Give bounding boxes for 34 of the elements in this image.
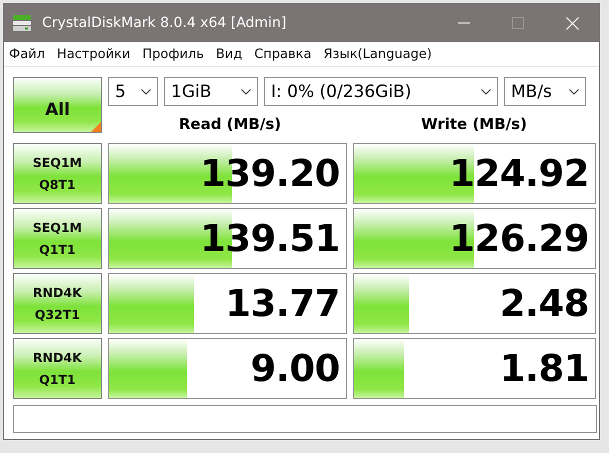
chevron-down-icon: [569, 88, 579, 94]
drive-dropdown[interactable]: I: 0% (0/236GiB): [264, 77, 498, 106]
result-value: 124.92: [449, 152, 590, 195]
menu-item[interactable]: Профиль: [142, 46, 204, 62]
all-button[interactable]: All: [13, 77, 102, 133]
test-button[interactable]: RND4K Q1T1: [13, 338, 102, 399]
chevron-down-icon: [481, 88, 491, 94]
result-value: 126.29: [449, 217, 590, 260]
close-icon[interactable]: [566, 16, 579, 30]
test-button[interactable]: SEQ1M Q8T1: [13, 143, 102, 204]
size-dropdown[interactable]: 1GiB: [164, 77, 258, 106]
result-value: 13.77: [225, 282, 341, 325]
corner-triangle-icon: [91, 122, 101, 132]
test-button[interactable]: SEQ1M Q1T1: [13, 208, 102, 269]
result-value: 139.20: [200, 152, 341, 195]
menu-item[interactable]: Вид: [216, 46, 242, 62]
menu-item[interactable]: Язык(Language): [324, 46, 432, 62]
menu-item[interactable]: Настройки: [56, 46, 130, 62]
unit-dropdown[interactable]: MB/s: [504, 77, 586, 106]
count-dropdown[interactable]: 5: [108, 77, 158, 106]
result-value: 2.48: [500, 282, 590, 325]
result-value: 9.00: [250, 347, 341, 390]
comment-field[interactable]: [13, 405, 597, 433]
menu-item[interactable]: Файл: [9, 46, 45, 62]
chevron-down-icon: [241, 88, 251, 94]
disk-stack-icon: [12, 14, 32, 32]
window-title: CrystalDiskMark 8.0.4 x64 [Admin]: [42, 15, 286, 31]
read-header: Read (MB/s): [178, 115, 282, 135]
result-value: 1.81: [500, 347, 590, 390]
chevron-down-icon: [141, 88, 151, 94]
result-value: 139.51: [200, 217, 341, 260]
menu-item[interactable]: Справка: [254, 46, 312, 62]
write-header: Write (MB/s): [420, 115, 528, 135]
test-button[interactable]: RND4K Q32T1: [13, 273, 102, 334]
